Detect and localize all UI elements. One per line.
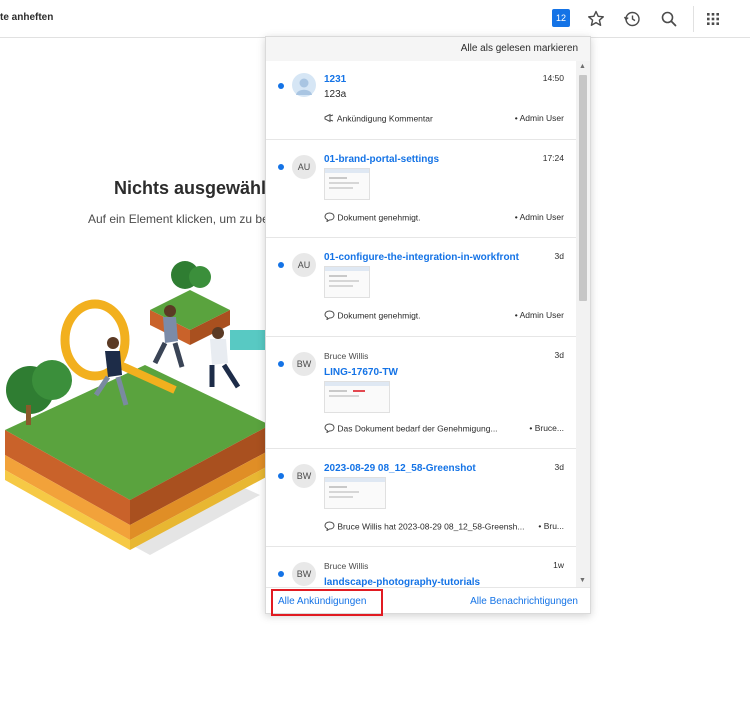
notifications-badge[interactable]: 12 [552,9,570,27]
notification-time: 1w [553,560,564,570]
scrollbar-thumb[interactable] [579,75,587,301]
notification-title[interactable]: landscape-photography-tutorials [324,577,480,587]
history-icon[interactable] [621,8,643,30]
empty-state-subtitle: Auf ein Element klicken, um zu begi [88,212,279,226]
notification-meta-text: Dokument genehmigt. [337,212,421,223]
avatar: BW [292,562,316,586]
notification-item[interactable]: BW Bruce Willis 1w landscape-photography… [266,547,576,587]
notifications-list[interactable]: 1231 14:50 123a Ankündigung Kommentar • … [266,61,576,587]
apps-grid-icon[interactable] [702,8,724,30]
notification-item[interactable]: AU 01-brand-portal-settings 17:24 Dokume… [266,140,576,238]
toolbar-divider [693,6,694,32]
notifications-panel: Alle als gelesen markieren 1231 14:50 12… [265,36,591,614]
notification-title[interactable]: 2023-08-29 08_12_58-Greenshot [324,463,476,474]
notification-item[interactable]: AU 01-configure-the-integration-in-workf… [266,238,576,337]
notification-meta-text: Ankündigung Kommentar [336,113,433,124]
search-icon[interactable] [658,8,680,30]
mark-all-read-link[interactable]: Alle als gelesen markieren [461,43,578,54]
notification-user-name: Bruce... [534,423,564,433]
notification-time: 3d [554,251,564,261]
notification-title[interactable]: 01-brand-portal-settings [324,154,439,165]
notification-item[interactable]: BW Bruce Willis 3d LING-17670-TW Das Dok… [266,337,576,449]
document-thumbnail[interactable] [324,381,390,413]
notification-author: Bruce Willis [324,561,369,571]
notification-user: • Admin User [514,212,564,222]
avatar: AU [292,253,316,277]
avatar: BW [292,352,316,376]
notification-meta-text: Bruce Willis hat 2023-08-29 08_12_58-Gre… [337,521,525,532]
avatar [292,73,316,97]
all-notifications-link[interactable]: Alle Benachrichtigungen [470,596,578,607]
unread-dot [278,83,284,89]
scroll-up-arrow-icon[interactable]: ▲ [579,63,586,71]
notification-title[interactable]: 1231 [324,74,346,85]
panel-header: Alle als gelesen markieren [266,37,590,61]
unread-dot [278,361,284,367]
notification-item[interactable]: BW 2023-08-29 08_12_58-Greenshot 3d Bruc… [266,449,576,547]
notification-time: 3d [554,462,564,472]
notification-time: 17:24 [542,153,564,163]
comment-icon [324,212,335,224]
scroll-down-arrow-icon[interactable]: ▼ [579,577,586,585]
pin-label[interactable]: te anheften [0,12,53,23]
notification-time: 3d [554,350,564,360]
unread-dot [278,164,284,170]
document-thumbnail[interactable] [324,266,370,298]
empty-state-title: Nichts ausgewählt [114,178,273,198]
document-thumbnail[interactable] [324,477,386,509]
notification-user-name: Admin User [519,212,564,222]
notification-user-name: Admin User [519,113,564,123]
notification-user-name: Bru... [543,521,564,531]
notification-meta-text: Dokument genehmigt. [337,310,421,321]
notification-meta: Dokument genehmigt. [324,212,421,224]
notification-user-name: Admin User [519,310,564,320]
notification-meta: Das Dokument bedarf der Genehmigung... [324,423,498,435]
notification-user: • Admin User [514,113,564,123]
comment-icon [324,310,335,322]
notification-meta-text: Das Dokument bedarf der Genehmigung... [337,423,498,434]
notification-meta: Ankündigung Kommentar [324,113,433,125]
notification-user: • Bru... [538,521,564,531]
star-icon[interactable] [585,8,607,30]
megaphone-icon [324,113,335,125]
unread-dot [278,473,284,479]
scrollbar[interactable]: ▲ ▼ [576,61,590,587]
notification-meta: Dokument genehmigt. [324,310,421,322]
notification-count: 12 [555,13,566,23]
document-thumbnail[interactable] [324,168,370,200]
notification-meta: Bruce Willis hat 2023-08-29 08_12_58-Gre… [324,521,524,533]
avatar: AU [292,155,316,179]
notification-user: • Admin User [514,310,564,320]
notification-title[interactable]: 01-configure-the-integration-in-workfron… [324,252,519,263]
notification-user: • Bruce... [529,423,564,433]
comment-icon [324,521,335,533]
unread-dot [278,571,284,577]
highlight-box [271,589,383,616]
notification-subtitle: 123a [324,89,347,100]
unread-dot [278,262,284,268]
notification-item[interactable]: 1231 14:50 123a Ankündigung Kommentar • … [266,61,576,140]
empty-state-illustration [5,261,270,555]
avatar: BW [292,464,316,488]
notification-author: Bruce Willis [324,351,369,361]
comment-icon [324,423,335,435]
notification-time: 14:50 [542,73,564,83]
notification-title[interactable]: LING-17670-TW [324,367,398,378]
top-bar: te anheften 12 [0,0,750,38]
